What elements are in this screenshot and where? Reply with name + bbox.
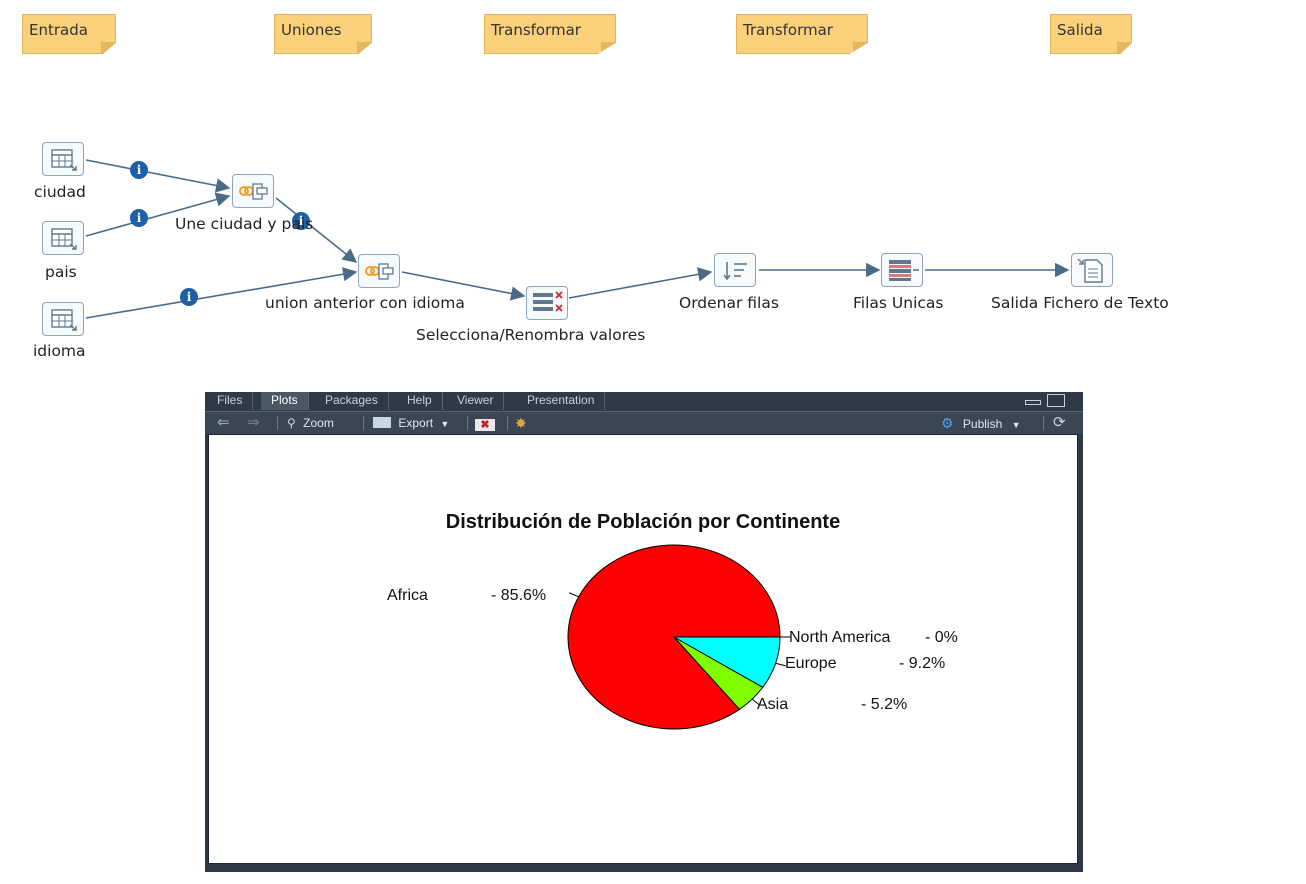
table-input-icon [51, 149, 77, 171]
pie-label-percent: - 9.2% [899, 655, 945, 672]
step-salida-fichero[interactable] [1071, 253, 1113, 287]
step-label-sort: Ordenar filas [679, 294, 779, 312]
sort-rows-icon [723, 262, 747, 281]
join-icon [239, 183, 268, 200]
back-arrow-icon[interactable]: ⇐ [217, 414, 230, 432]
step-union-anterior[interactable] [358, 254, 400, 288]
dropdown-arrow-icon: ▼ [1011, 420, 1021, 430]
step-pais[interactable] [42, 221, 84, 255]
tab-files[interactable]: Files [207, 392, 254, 410]
step-label-join2: union anterior con idioma [265, 294, 465, 312]
toolbar-separator [467, 416, 468, 430]
export-label: Export [398, 416, 434, 430]
step-ordenar-filas[interactable] [714, 253, 756, 287]
unique-rows-icon [889, 260, 919, 281]
step-label-unique: Filas Unicas [853, 294, 944, 312]
hop-join2-select [401, 271, 526, 301]
minimize-pane-icon[interactable] [1025, 400, 1041, 405]
remove-plot-button[interactable]: ✖ [475, 414, 495, 432]
step-label-join1: Une ciudad y pais [175, 215, 314, 233]
tab-viewer[interactable]: Viewer [447, 392, 505, 410]
publish-icon: ⚙ [941, 415, 954, 431]
toolbar-separator [363, 416, 364, 430]
tab-help[interactable]: Help [397, 392, 443, 410]
plots-toolbar: ⇐ ⇒ ⚲ Zoom Export ▼ ✖ ✸ ⚙ Publish ▼ ⟳ [205, 411, 1083, 434]
step-idioma[interactable] [42, 302, 84, 336]
pane-tab-bar: Files Plots Packages Help Viewer Present… [205, 392, 1083, 410]
step-label-select: Selecciona/Renombra valores [416, 326, 646, 344]
step-label-pais: pais [45, 263, 77, 281]
tab-presentation[interactable]: Presentation [517, 392, 606, 410]
publish-label: Publish [962, 417, 1003, 431]
step-filas-unicas[interactable] [881, 253, 923, 287]
pie-label-percent: - 0% [925, 629, 958, 646]
toolbar-separator [507, 416, 508, 430]
forward-arrow-icon[interactable]: ⇒ [247, 414, 260, 432]
workflow-connections [85, 159, 1070, 319]
publish-button[interactable]: ⚙ Publish ▼ [941, 414, 1021, 432]
hop-ciudad-join1 [85, 159, 231, 193]
pie-label-tick [568, 592, 579, 598]
pie-label-name: Africa [387, 587, 428, 604]
step-selecciona-renombra[interactable] [526, 286, 568, 320]
info-icon[interactable]: i [130, 161, 148, 179]
select-values-icon [533, 291, 563, 312]
step-label-ciudad: ciudad [34, 183, 86, 201]
pie-label-name: Asia [757, 696, 788, 713]
plot-area: Distribución de Población por Continente… [208, 434, 1078, 864]
rstudio-plots-pane: Files Plots Packages Help Viewer Present… [205, 392, 1083, 872]
chart-title: Distribución de Población por Continente [446, 511, 840, 533]
table-input-icon [51, 228, 77, 250]
pie-chart: Distribución de Población por Continente… [387, 511, 958, 730]
pie-label-percent: - 5.2% [861, 696, 907, 713]
pie-label-name: Europe [785, 655, 837, 672]
pie-slices [567, 544, 781, 730]
info-icon[interactable]: i [180, 288, 198, 306]
clear-plots-button[interactable]: ✸ [515, 414, 527, 432]
maximize-pane-icon[interactable] [1047, 394, 1065, 407]
toolbar-separator [277, 416, 278, 430]
export-icon [373, 417, 391, 428]
zoom-label: Zoom [303, 416, 334, 430]
step-label-output: Salida Fichero de Texto [991, 294, 1169, 312]
remove-plot-icon: ✖ [475, 419, 495, 431]
step-ciudad[interactable] [42, 142, 84, 176]
refresh-icon[interactable]: ⟳ [1053, 414, 1066, 432]
pie-label-name: North America [789, 629, 890, 646]
export-button[interactable]: Export ▼ [373, 414, 449, 432]
zoom-icon: ⚲ [287, 416, 296, 430]
table-input-icon [51, 309, 77, 331]
step-label-idioma: idioma [33, 342, 86, 360]
dropdown-arrow-icon: ▼ [440, 419, 450, 429]
broom-icon: ✸ [515, 415, 527, 431]
tab-plots[interactable]: Plots [261, 392, 309, 410]
pie-label-percent: - 85.6% [491, 587, 546, 604]
step-une-ciudad-y-pais[interactable] [232, 174, 274, 208]
tab-packages[interactable]: Packages [315, 392, 389, 410]
info-icon[interactable]: i [130, 209, 148, 227]
toolbar-separator [1043, 416, 1044, 430]
join-icon [365, 263, 394, 280]
zoom-button[interactable]: ⚲ Zoom [287, 414, 334, 432]
text-file-output-icon [1077, 258, 1103, 283]
